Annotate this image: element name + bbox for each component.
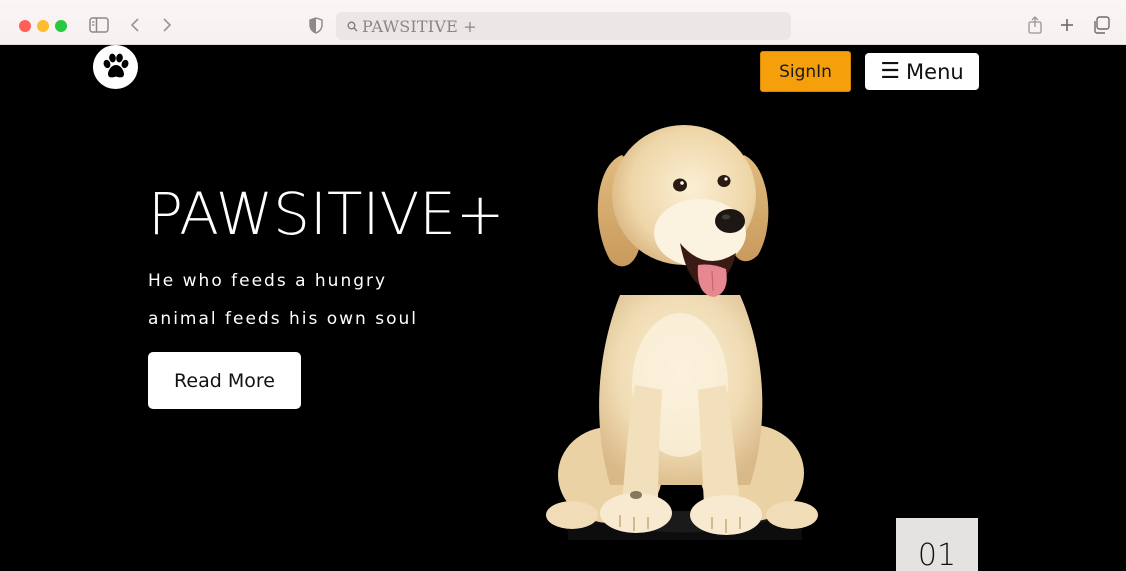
menu-button[interactable]: ☰ Menu	[865, 53, 979, 90]
search-icon	[344, 18, 360, 34]
address-text: PAWSITIVE +	[362, 16, 477, 36]
address-bar[interactable]: PAWSITIVE +	[336, 12, 791, 40]
tabs-icon[interactable]	[1090, 14, 1112, 36]
shield-icon[interactable]	[305, 14, 327, 36]
browser-toolbar: PAWSITIVE +	[0, 0, 1126, 45]
puppy-image	[546, 125, 818, 540]
chevron-right-icon[interactable]	[156, 14, 178, 36]
minimize-window-button[interactable]	[37, 20, 49, 32]
share-icon[interactable]	[1024, 14, 1046, 36]
menu-label: Menu	[906, 59, 964, 84]
hero-tagline-line2: animal feeds his own soul	[148, 309, 418, 329]
read-more-button[interactable]: Read More	[148, 352, 301, 409]
chevron-left-icon[interactable]	[124, 14, 146, 36]
hero-tagline-line1: He who feeds a hungry	[148, 271, 388, 291]
close-window-button[interactable]	[19, 20, 31, 32]
hamburger-icon: ☰	[880, 58, 901, 84]
paw-icon[interactable]	[93, 45, 138, 89]
plus-icon[interactable]	[1056, 14, 1078, 36]
slide-counter: 01	[896, 518, 978, 571]
zoom-window-button[interactable]	[55, 20, 67, 32]
hero-section: SignIn ☰ Menu PAWSITIVE+ He who feeds a …	[0, 45, 1126, 571]
sidebar-icon[interactable]	[88, 14, 110, 36]
hero-title: PAWSITIVE+	[148, 180, 505, 248]
